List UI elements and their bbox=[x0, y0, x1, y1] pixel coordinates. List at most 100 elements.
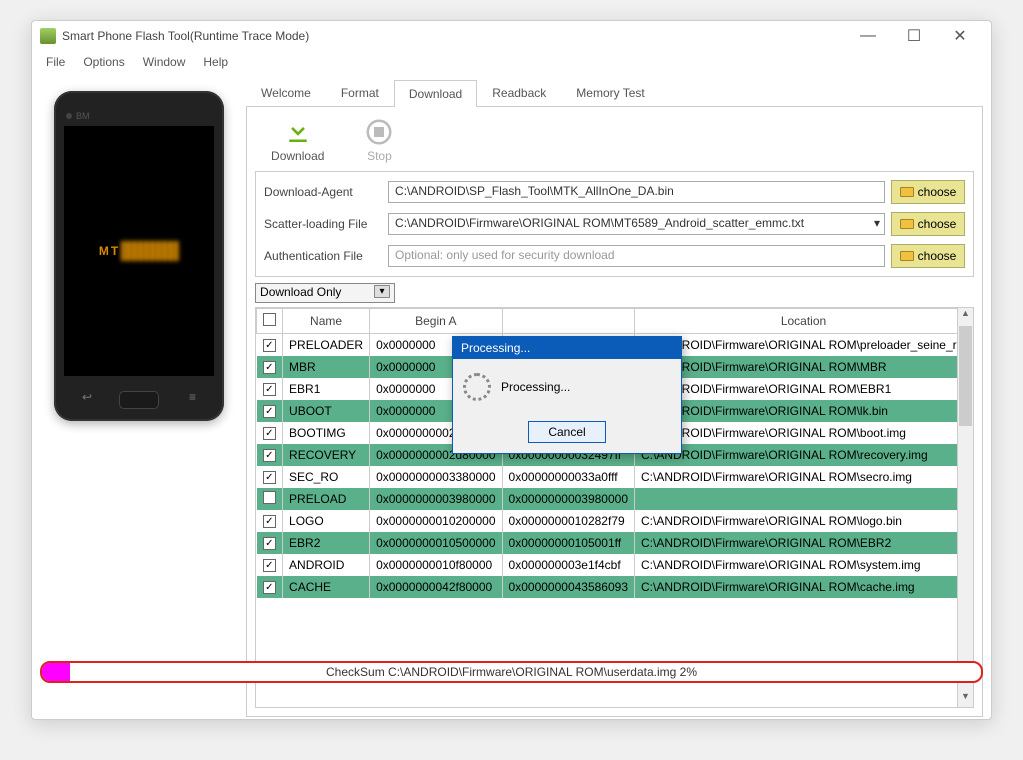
download-arrow-icon bbox=[283, 117, 313, 147]
cell-name: BOOTIMG bbox=[283, 422, 370, 444]
cell-begin: 0x0000000010f80000 bbox=[370, 554, 502, 576]
tab-strip: Welcome Format Download Readback Memory … bbox=[246, 79, 983, 107]
row-checkbox[interactable] bbox=[263, 491, 276, 504]
row-checkbox[interactable]: ✓ bbox=[263, 559, 276, 572]
phone-home-button bbox=[119, 391, 159, 409]
row-checkbox[interactable]: ✓ bbox=[263, 427, 276, 440]
tab-download[interactable]: Download bbox=[394, 80, 477, 107]
cell-location: C:\ANDROID\Firmware\ORIGINAL ROM\cache.i… bbox=[635, 576, 973, 598]
header-name[interactable]: Name bbox=[283, 309, 370, 334]
row-checkbox[interactable]: ✓ bbox=[263, 449, 276, 462]
row-checkbox[interactable]: ✓ bbox=[263, 383, 276, 396]
processing-dialog: Processing... Processing... Cancel bbox=[452, 336, 682, 454]
auth-choose-button[interactable]: choose bbox=[891, 244, 965, 268]
cell-end: 0x0000000010282f79 bbox=[502, 510, 634, 532]
phone-brand-text: MT bbox=[99, 241, 179, 261]
header-end[interactable] bbox=[502, 309, 634, 334]
folder-icon bbox=[900, 251, 914, 261]
folder-icon bbox=[900, 219, 914, 229]
cell-location: C:\ANDROID\Firmware\ORIGINAL ROM\preload… bbox=[635, 334, 973, 356]
cell-end: 0x00000000105001ff bbox=[502, 532, 634, 554]
da-choose-button[interactable]: choose bbox=[891, 180, 965, 204]
minimize-button[interactable]: — bbox=[845, 21, 891, 51]
cell-name: EBR1 bbox=[283, 378, 370, 400]
cell-name: PRELOAD bbox=[283, 488, 370, 510]
cell-name: ANDROID bbox=[283, 554, 370, 576]
stop-button[interactable]: Stop bbox=[364, 117, 394, 163]
close-button[interactable]: ✕ bbox=[937, 21, 983, 51]
cell-name: SEC_RO bbox=[283, 466, 370, 488]
cell-location: C:\ANDROID\Firmware\ORIGINAL ROM\recover… bbox=[635, 444, 973, 466]
cell-name: LOGO bbox=[283, 510, 370, 532]
cell-location: C:\ANDROID\Firmware\ORIGINAL ROM\boot.im… bbox=[635, 422, 973, 444]
auth-field[interactable]: Optional: only used for security downloa… bbox=[388, 245, 885, 267]
file-form: Download-Agent C:\ANDROID\SP_Flash_Tool\… bbox=[255, 171, 974, 277]
dialog-title: Processing... bbox=[453, 337, 681, 359]
menu-window[interactable]: Window bbox=[135, 53, 194, 71]
cell-name: CACHE bbox=[283, 576, 370, 598]
spinner-icon bbox=[463, 373, 491, 401]
cell-end: 0x0000000003980000 bbox=[502, 488, 634, 510]
titlebar: Smart Phone Flash Tool(Runtime Trace Mod… bbox=[32, 21, 991, 51]
download-button[interactable]: Download bbox=[271, 117, 324, 163]
cell-begin: 0x0000000003980000 bbox=[370, 488, 502, 510]
cell-end: 0x00000000033a0fff bbox=[502, 466, 634, 488]
row-checkbox[interactable]: ✓ bbox=[263, 537, 276, 550]
table-row[interactable]: ✓ ANDROID0x0000000010f800000x000000003e1f… bbox=[257, 554, 973, 576]
menu-file[interactable]: File bbox=[38, 53, 73, 71]
row-checkbox[interactable]: ✓ bbox=[263, 405, 276, 418]
maximize-button[interactable]: ☐ bbox=[891, 21, 937, 51]
stop-icon bbox=[364, 117, 394, 147]
table-row[interactable]: ✓SEC_RO0x00000000033800000x00000000033a0… bbox=[257, 466, 973, 488]
cell-location: C:\ANDROID\Firmware\ORIGINAL ROM\EBR1 bbox=[635, 378, 973, 400]
auth-label: Authentication File bbox=[264, 249, 382, 263]
cell-location bbox=[635, 488, 973, 510]
row-checkbox[interactable]: ✓ bbox=[263, 515, 276, 528]
row-checkbox[interactable]: ✓ bbox=[263, 581, 276, 594]
table-row[interactable]: PRELOAD0x00000000039800000x0000000003980… bbox=[257, 488, 973, 510]
cell-location: C:\ANDROID\Firmware\ORIGINAL ROM\logo.bi… bbox=[635, 510, 973, 532]
cell-end: 0x000000003e1f4cbf bbox=[502, 554, 634, 576]
scatter-field[interactable]: C:\ANDROID\Firmware\ORIGINAL ROM\MT6589_… bbox=[388, 213, 885, 235]
cell-location: C:\ANDROID\Firmware\ORIGINAL ROM\system.… bbox=[635, 554, 973, 576]
cell-name: EBR2 bbox=[283, 532, 370, 554]
table-row[interactable]: ✓ CACHE0x0000000042f800000x00000000435860… bbox=[257, 576, 973, 598]
app-window: Smart Phone Flash Tool(Runtime Trace Mod… bbox=[31, 20, 992, 720]
row-checkbox[interactable]: ✓ bbox=[263, 361, 276, 374]
tab-welcome[interactable]: Welcome bbox=[246, 79, 326, 106]
menubar: File Options Window Help bbox=[32, 51, 991, 73]
progress-text: CheckSum C:\ANDROID\Firmware\ORIGINAL RO… bbox=[42, 665, 981, 679]
header-begin[interactable]: Begin A bbox=[370, 309, 502, 334]
tab-readback[interactable]: Readback bbox=[477, 79, 561, 106]
table-row[interactable]: ✓EBR20x00000000105000000x00000000105001f… bbox=[257, 532, 973, 554]
cell-location: C:\ANDROID\Firmware\ORIGINAL ROM\secro.i… bbox=[635, 466, 973, 488]
progress-bar: CheckSum C:\ANDROID\Firmware\ORIGINAL RO… bbox=[40, 661, 983, 683]
row-checkbox[interactable]: ✓ bbox=[263, 471, 276, 484]
download-mode-combo[interactable]: Download Only bbox=[255, 283, 395, 303]
scatter-choose-button[interactable]: choose bbox=[891, 212, 965, 236]
menu-help[interactable]: Help bbox=[195, 53, 236, 71]
window-title: Smart Phone Flash Tool(Runtime Trace Mod… bbox=[62, 29, 845, 43]
cell-begin: 0x0000000010200000 bbox=[370, 510, 502, 532]
header-check[interactable] bbox=[257, 309, 283, 334]
menu-options[interactable]: Options bbox=[75, 53, 132, 71]
dialog-cancel-button[interactable]: Cancel bbox=[528, 421, 606, 443]
cell-location: C:\ANDROID\Firmware\ORIGINAL ROM\EBR2 bbox=[635, 532, 973, 554]
grid-scrollbar[interactable]: ▲▼ bbox=[957, 308, 973, 707]
tab-memory-test[interactable]: Memory Test bbox=[561, 79, 659, 106]
table-row[interactable]: ✓ LOGO0x00000000102000000x0000000010282f7… bbox=[257, 510, 973, 532]
cell-name: PRELOADER bbox=[283, 334, 370, 356]
cell-name: UBOOT bbox=[283, 400, 370, 422]
cell-location: C:\ANDROID\Firmware\ORIGINAL ROM\MBR bbox=[635, 356, 973, 378]
phone-preview-pane: BM MT ↩ ≡ bbox=[32, 73, 246, 719]
header-location[interactable]: Location bbox=[635, 309, 973, 334]
da-label: Download-Agent bbox=[264, 185, 382, 199]
tab-format[interactable]: Format bbox=[326, 79, 394, 106]
row-checkbox[interactable]: ✓ bbox=[263, 339, 276, 352]
cell-end: 0x0000000043586093 bbox=[502, 576, 634, 598]
cell-begin: 0x0000000042f80000 bbox=[370, 576, 502, 598]
cell-name: MBR bbox=[283, 356, 370, 378]
cell-name: RECOVERY bbox=[283, 444, 370, 466]
dialog-message: Processing... bbox=[501, 380, 570, 394]
da-field[interactable]: C:\ANDROID\SP_Flash_Tool\MTK_AllInOne_DA… bbox=[388, 181, 885, 203]
